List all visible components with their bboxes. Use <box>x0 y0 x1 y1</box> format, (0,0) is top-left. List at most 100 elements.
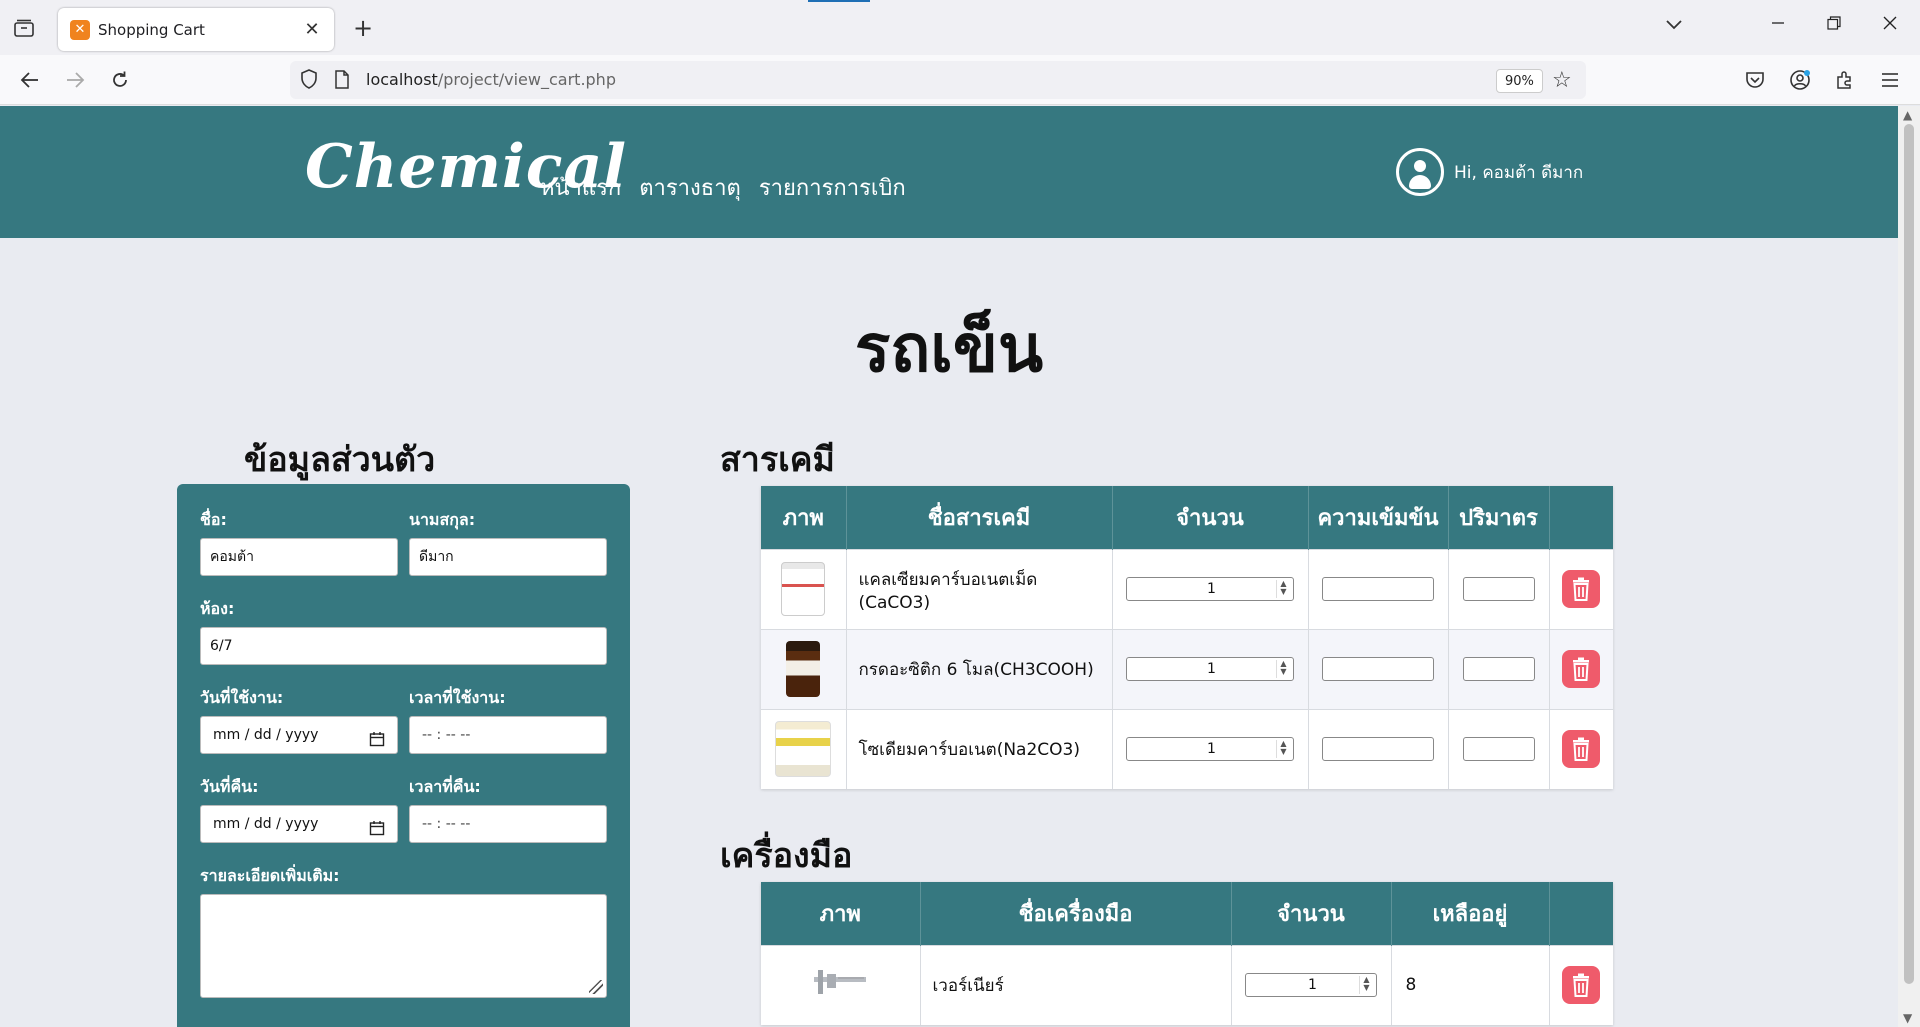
personal-info-heading: ข้อมูลส่วนตัว <box>244 440 436 480</box>
spinner-icon[interactable]: ▲ ▼ <box>1359 976 1373 995</box>
quantity-cell: 1 ▲ ▼ <box>1112 708 1309 789</box>
browser-tab-bar: ✕ Shopping Cart ✕ + <box>0 0 1920 55</box>
spinner-icon[interactable]: ▲ ▼ <box>1276 660 1290 678</box>
quantity-cell: 1 ▲ ▼ <box>1112 628 1309 709</box>
col-image: ภาพ <box>761 486 847 549</box>
delete-button[interactable] <box>1562 966 1601 1005</box>
tab-bar-accent <box>808 0 870 2</box>
return-date-label: วันที่คืน: <box>200 777 259 796</box>
minimize-icon[interactable] <box>1766 14 1790 35</box>
account-icon[interactable] <box>1787 67 1813 93</box>
trash-icon <box>1573 737 1590 762</box>
quantity-cell: 1 ▲ ▼ <box>1231 944 1392 1025</box>
menu-item-home[interactable]: หน้าแรก <box>540 170 621 205</box>
tool-name: เวอร์เนียร์ <box>920 944 1232 1025</box>
quantity-input[interactable]: 1 ▲ ▼ <box>1126 577 1294 601</box>
chemicals-table: ภาพ ชื่อสารเคมี จำนวน ความเข้มข้น ปริมาต… <box>761 486 1613 789</box>
room-input[interactable]: 6/7 <box>200 627 607 665</box>
quantity-value: 1 <box>1308 977 1317 994</box>
bookmark-star-icon[interactable]: ☆ <box>1552 68 1572 93</box>
chemical-image <box>775 721 832 778</box>
chemicals-heading: สารเคมี <box>720 440 835 480</box>
concentration-input[interactable] <box>1322 657 1434 681</box>
user-menu[interactable]: Hi, คอมต้า ดีมาก <box>1396 148 1583 196</box>
calendar-icon[interactable] <box>369 814 385 850</box>
resize-grip-icon[interactable] <box>589 980 603 994</box>
volume-input[interactable] <box>1462 657 1535 681</box>
volume-input[interactable] <box>1462 737 1535 762</box>
page-info-icon[interactable] <box>334 70 350 93</box>
spinner-icon[interactable]: ▲ ▼ <box>1276 580 1290 598</box>
site-header: Chemical หน้าแรก ตารางธาตุ รายการการเบิก… <box>0 106 1898 238</box>
tab-list-icon[interactable] <box>12 16 36 40</box>
page-title: รถเข็น <box>854 310 1044 387</box>
return-time-input[interactable]: -- : -- -- <box>409 805 607 843</box>
browser-tab-active[interactable]: ✕ Shopping Cart ✕ <box>58 8 334 51</box>
tools-table: ภาพ ชื่อเครื่องมือ จำนวน เหลืออยู่ เวอร์… <box>761 882 1613 1025</box>
concentration-input[interactable] <box>1322 577 1434 601</box>
calendar-icon[interactable] <box>369 725 385 761</box>
last-name-label: นามสกุล: <box>409 510 476 529</box>
table-row: แคลเซียมคาร์บอเนตเม็ด (CaCO3) 1 ▲ ▼ <box>761 548 1613 629</box>
quantity-value: 1 <box>1207 581 1216 597</box>
quantity-input[interactable]: 1 ▲ ▼ <box>1126 737 1294 762</box>
new-tab-icon[interactable]: + <box>350 14 376 42</box>
list-all-tabs-icon[interactable] <box>1662 14 1686 35</box>
tab-close-icon[interactable]: ✕ <box>302 19 322 40</box>
table-row: เวอร์เนียร์ 1 ▲ ▼ 8 <box>761 944 1613 1025</box>
chemical-name: แคลเซียมคาร์บอเนตเม็ด (CaCO3) <box>846 548 1113 629</box>
volume-input[interactable] <box>1462 577 1535 601</box>
delete-button[interactable] <box>1562 730 1601 769</box>
restore-icon[interactable] <box>1822 14 1846 35</box>
pocket-icon[interactable] <box>1742 67 1768 93</box>
menu-item-periodic-table[interactable]: ตารางธาตุ <box>639 170 741 205</box>
personal-info-form: ชื่อ: คอมต้า นามสกุล: ดีมาก ห้อง: 6/7 วั… <box>177 484 630 1027</box>
address-bar[interactable]: localhost/project/view_cart.php 90% ☆ <box>290 61 1586 99</box>
use-time-input[interactable]: -- : -- -- <box>409 716 607 754</box>
col-image: ภาพ <box>761 882 921 945</box>
quantity-input[interactable]: 1 ▲ ▼ <box>1126 657 1294 681</box>
col-chemical-name: ชื่อสารเคมี <box>846 486 1113 549</box>
action-cell <box>1549 708 1613 789</box>
col-quantity: จำนวน <box>1231 882 1392 945</box>
scrollbar-thumb[interactable] <box>1904 124 1914 984</box>
tools-heading: เครื่องมือ <box>720 836 853 876</box>
use-time-label: เวลาที่ใช้งาน: <box>409 688 506 707</box>
url-host: localhost <box>366 70 438 89</box>
spinner-icon[interactable]: ▲ ▼ <box>1276 740 1290 759</box>
tab-title: Shopping Cart <box>98 20 205 39</box>
user-greeting: Hi, คอมต้า ดีมาก <box>1454 162 1584 183</box>
app-menu-icon[interactable] <box>1877 67 1903 93</box>
zoom-indicator[interactable]: 90% <box>1496 69 1543 93</box>
action-cell <box>1549 548 1613 629</box>
concentration-input[interactable] <box>1322 737 1434 762</box>
table-row: กรดอะซิติก 6 โมล(CH3COOH) 1 ▲ ▼ <box>761 628 1613 709</box>
details-textarea[interactable] <box>200 894 607 998</box>
tool-image-cell <box>761 944 921 1025</box>
return-time-label: เวลาที่คืน: <box>409 777 481 796</box>
menu-item-requisitions[interactable]: รายการการเบิก <box>759 170 906 205</box>
reload-icon[interactable] <box>107 67 133 93</box>
forward-icon[interactable] <box>62 67 88 93</box>
page-scrollbar[interactable]: ▲ ▼ <box>1898 106 1920 1027</box>
scroll-up-icon[interactable]: ▲ <box>1903 108 1912 122</box>
first-name-input[interactable]: คอมต้า <box>200 538 398 576</box>
use-date-input[interactable]: mm / dd / yyyy <box>200 716 398 754</box>
window-close-icon[interactable] <box>1878 14 1902 35</box>
delete-button[interactable] <box>1562 650 1601 688</box>
return-date-input[interactable]: mm / dd / yyyy <box>200 805 398 843</box>
col-volume: ปริมาตร <box>1448 486 1550 549</box>
url-text[interactable]: localhost/project/view_cart.php <box>366 70 616 89</box>
extensions-icon[interactable] <box>1832 67 1858 93</box>
last-name-input[interactable]: ดีมาก <box>409 538 607 576</box>
remaining-value: 8 <box>1391 944 1550 1025</box>
xampp-favicon-icon: ✕ <box>70 19 90 40</box>
use-date-label: วันที่ใช้งาน: <box>200 688 284 707</box>
scroll-down-icon[interactable]: ▼ <box>1903 1011 1912 1025</box>
back-icon[interactable] <box>17 67 43 93</box>
delete-button[interactable] <box>1562 570 1601 608</box>
quantity-cell: 1 ▲ ▼ <box>1112 548 1309 629</box>
quantity-input[interactable]: 1 ▲ ▼ <box>1245 973 1377 998</box>
action-cell <box>1549 944 1613 1025</box>
shield-icon[interactable] <box>300 69 318 93</box>
